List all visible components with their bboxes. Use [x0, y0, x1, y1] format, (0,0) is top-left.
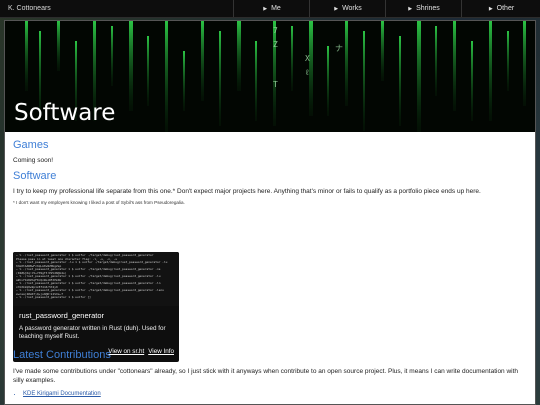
contributions-text: I've made some contributions under "cott…	[13, 368, 519, 384]
nav-label: Shrines	[416, 5, 440, 12]
nav-label: Me	[271, 5, 281, 12]
project-card: ~ % ./rust_password_generator 1 $ sulfur…	[13, 252, 179, 362]
top-navigation-bar: K. Cottonears ▶ Me ▶ Works ▶ Shrines ▶ Other	[0, 0, 540, 18]
triangle-right-icon: ▶	[408, 6, 413, 12]
kde-kirigami-link[interactable]: KDE Kirigami Documentation	[23, 391, 101, 397]
software-text: I try to keep my professional life separ…	[13, 188, 481, 195]
contributions-list: KDE Kirigami Documentation	[13, 391, 527, 397]
site-brand[interactable]: K. Cottonears	[0, 0, 59, 17]
nav-other[interactable]: ▶ Other	[461, 0, 540, 17]
project-description: A password generator written in Rust (du…	[19, 325, 166, 340]
triangle-right-icon: ▶	[263, 6, 268, 12]
hero-banner: 7ZX ℓTナ Software	[5, 21, 535, 132]
project-title: rust_password_generator	[19, 311, 105, 320]
nav-works[interactable]: ▶ Works	[309, 0, 386, 17]
terminal-line: ~ % ./rust_password_generator 1 $ sulfur…	[16, 296, 91, 299]
contributions-section: Latest Contributions I've made some cont…	[13, 349, 527, 397]
software-footnote: * I don't want my employers knowing I li…	[13, 200, 185, 205]
contributions-heading: Latest Contributions	[13, 349, 111, 361]
triangle-right-icon: ▶	[334, 6, 339, 12]
page-title: Software	[14, 100, 116, 126]
nav-label: Works	[342, 5, 362, 12]
software-heading: Software	[13, 170, 57, 182]
triangle-right-icon: ▶	[488, 6, 493, 12]
nav-label: Other	[496, 5, 515, 12]
games-text: Coming soon!	[13, 157, 54, 164]
main-content: Games Coming soon! Software I try to kee…	[13, 139, 527, 207]
nav-shrines[interactable]: ▶ Shrines	[385, 0, 462, 17]
nav-me[interactable]: ▶ Me	[233, 0, 310, 17]
content-window: 7ZX ℓTナ Software Games Coming soon! Soft…	[4, 20, 536, 405]
list-item: KDE Kirigami Documentation	[23, 391, 527, 397]
games-heading: Games	[13, 139, 49, 151]
terminal-screenshot: ~ % ./rust_password_generator 1 $ sulfur…	[13, 252, 179, 306]
